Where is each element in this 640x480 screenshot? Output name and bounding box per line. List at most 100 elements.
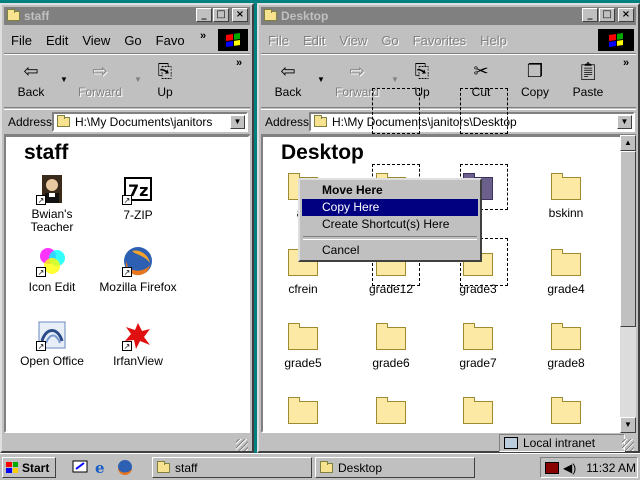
- scroll-thumb[interactable]: [620, 151, 636, 327]
- vertical-scrollbar[interactable]: ▲ ▼: [620, 135, 636, 433]
- shortcut-openoffice[interactable]: ↗ Open Office: [12, 319, 92, 368]
- menu-item-cancel[interactable]: Cancel: [302, 242, 478, 259]
- folder-icon: [463, 397, 493, 424]
- shortcut-7zip[interactable]: 7z ↗ 7-ZIP: [98, 173, 178, 222]
- chevron-right-icon[interactable]: »: [200, 30, 206, 42]
- shortcut-irfanview[interactable]: ↗ IrfanView: [98, 319, 178, 368]
- internet-explorer-icon[interactable]: e: [94, 459, 110, 477]
- chevron-right-icon[interactable]: »: [236, 57, 242, 69]
- task-desktop[interactable]: Desktop: [315, 457, 475, 478]
- folder-item[interactable]: grade8: [526, 321, 606, 370]
- maximize-button[interactable]: □: [599, 8, 615, 22]
- irfanview-icon: ↗: [122, 319, 154, 351]
- folder-icon: [288, 323, 318, 350]
- start-label: Start: [22, 460, 50, 475]
- openoffice-icon: ↗: [36, 319, 68, 351]
- maximize-button[interactable]: □: [213, 8, 229, 22]
- folder-item[interactable]: grade4: [526, 247, 606, 296]
- address-dropdown-button[interactable]: ▼: [617, 115, 632, 129]
- menu-view[interactable]: View: [75, 33, 117, 48]
- address-bar: Address H:\My Documents\janitors\Desktop…: [261, 109, 636, 135]
- menu-separator: [303, 236, 477, 240]
- folder-item[interactable]: [351, 395, 431, 430]
- folder-item[interactable]: grade7: [438, 321, 518, 370]
- menu-help[interactable]: Help: [473, 33, 514, 48]
- chevron-right-icon[interactable]: »: [623, 57, 629, 69]
- menu-file[interactable]: File: [261, 33, 296, 48]
- window-title: staff: [24, 9, 50, 23]
- teacher-portrait-icon: ↗: [36, 173, 68, 205]
- firefox-icon[interactable]: [117, 459, 133, 476]
- minimize-button[interactable]: _: [196, 8, 212, 22]
- menu-favorites[interactable]: Favorites: [406, 33, 473, 48]
- address-value: H:\My Documents\janitors: [75, 115, 213, 129]
- folder-item[interactable]: bskinn: [526, 171, 606, 220]
- shortcut-firefox[interactable]: ↗ Mozilla Firefox: [98, 245, 178, 294]
- folder-item[interactable]: [526, 395, 606, 430]
- icon-edit-icon: ↗: [36, 245, 68, 277]
- menu-edit[interactable]: Edit: [296, 33, 332, 48]
- folder-item[interactable]: [438, 395, 518, 430]
- shortcut-teacher[interactable]: ↗ Bwian's Teacher: [12, 173, 92, 234]
- shortcut-icon-edit[interactable]: ↗ Icon Edit: [12, 245, 92, 294]
- task-staff[interactable]: staff: [152, 457, 312, 478]
- show-desktop-icon[interactable]: [72, 459, 88, 475]
- resize-grip[interactable]: [236, 439, 248, 451]
- folder-item[interactable]: grade6: [351, 321, 431, 370]
- menu-item-move-here[interactable]: Move Here: [302, 182, 478, 199]
- volume-icon[interactable]: ◀): [563, 461, 576, 475]
- menu-item-copy-here[interactable]: Copy Here: [302, 199, 478, 216]
- address-dropdown-button[interactable]: ▼: [230, 115, 245, 129]
- staff-window[interactable]: staff _ □ × File Edit View Go Favo » ⇦ B…: [0, 3, 254, 453]
- 7zip-icon: 7z ↗: [122, 173, 154, 205]
- scroll-up-button[interactable]: ▲: [620, 135, 636, 151]
- back-arrow-icon: ⇦: [280, 60, 296, 81]
- address-label: Address: [8, 115, 53, 129]
- back-button[interactable]: ⇦ Back: [6, 59, 56, 100]
- folder-icon: [157, 460, 170, 473]
- status-bar: Local intranet: [261, 433, 636, 453]
- menu-file[interactable]: File: [4, 33, 39, 48]
- menu-item-create-shortcut[interactable]: Create Shortcut(s) Here: [302, 216, 478, 233]
- folder-title: staff: [24, 141, 69, 164]
- copy-button[interactable]: ❐ Copy: [510, 59, 560, 100]
- desktop-titlebar[interactable]: Desktop _ □ ×: [261, 7, 636, 25]
- forward-arrow-icon: ⇨: [92, 60, 108, 81]
- back-button[interactable]: ⇦ Back: [263, 59, 313, 100]
- menu-go[interactable]: Go: [117, 33, 148, 48]
- up-button[interactable]: ⎘ Up: [140, 59, 190, 100]
- address-input[interactable]: H:\My Documents\janitors ▼: [52, 112, 248, 132]
- paste-icon: 📋︎: [576, 60, 600, 81]
- clock[interactable]: 11:32 AM: [586, 461, 636, 475]
- folder-icon: [288, 397, 318, 424]
- menu-favorites[interactable]: Favo: [149, 33, 192, 48]
- start-button[interactable]: Start: [2, 457, 56, 478]
- folder-item[interactable]: [263, 395, 343, 430]
- back-dropdown-icon[interactable]: ▼: [317, 75, 325, 84]
- file-view[interactable]: staff ↗ Bwian's Teacher 7z ↗ 7-ZIP ↗ Ico…: [4, 135, 250, 433]
- scissors-icon: ✂: [473, 60, 489, 81]
- zone-label: Local intranet: [523, 436, 596, 450]
- menu-go[interactable]: Go: [374, 33, 405, 48]
- forward-button[interactable]: ⇨ Forward: [68, 59, 132, 100]
- folder-icon: [376, 397, 406, 424]
- back-dropdown-icon[interactable]: ▼: [60, 75, 68, 84]
- folder-item[interactable]: grade5: [263, 321, 343, 370]
- minimize-button[interactable]: _: [582, 8, 598, 22]
- window-title: Desktop: [281, 9, 329, 23]
- menu-edit[interactable]: Edit: [39, 33, 75, 48]
- menu-view[interactable]: View: [332, 33, 374, 48]
- menu-bar: File Edit View Go Favo »: [4, 27, 250, 54]
- paste-button[interactable]: 📋︎ Paste: [563, 59, 613, 100]
- address-bar: Address H:\My Documents\janitors ▼: [4, 109, 250, 135]
- folder-icon: [551, 397, 581, 424]
- resize-grip[interactable]: [622, 439, 634, 451]
- close-button[interactable]: ×: [232, 8, 248, 22]
- monitor-icon[interactable]: [545, 461, 559, 474]
- staff-titlebar[interactable]: staff _ □ ×: [4, 7, 250, 25]
- scroll-down-button[interactable]: ▼: [620, 417, 636, 433]
- folder-icon: [320, 460, 333, 473]
- close-button[interactable]: ×: [618, 8, 634, 22]
- folder-title: Desktop: [281, 141, 364, 164]
- drag-outline: [372, 88, 420, 134]
